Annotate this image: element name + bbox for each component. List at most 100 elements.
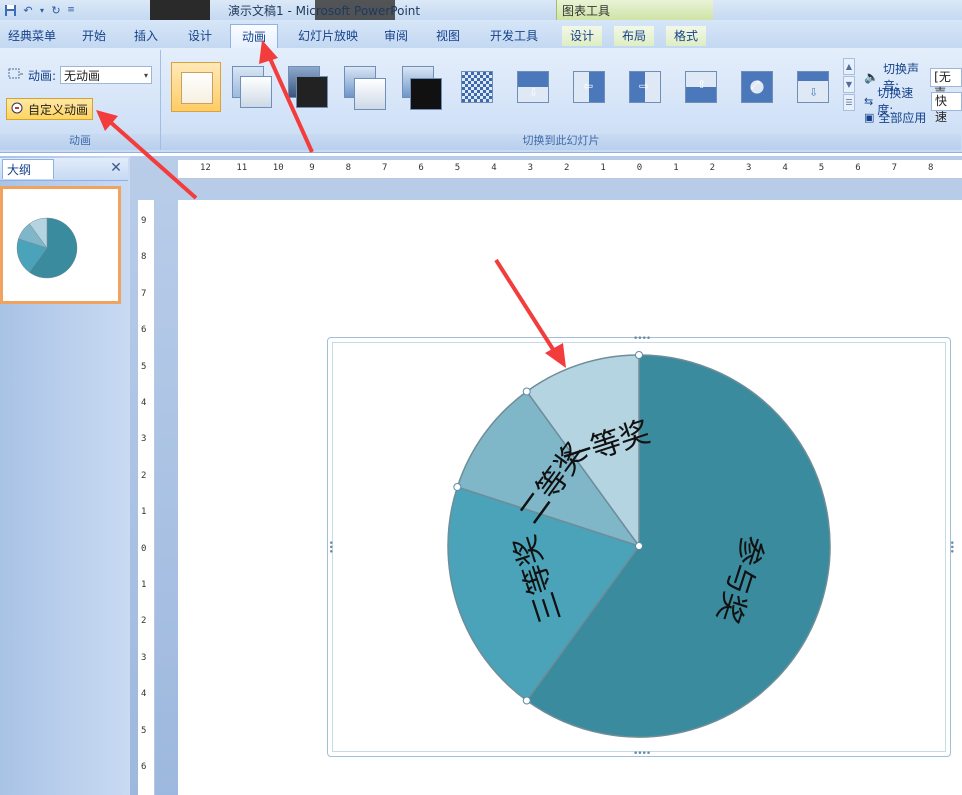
ruler-tick-label: 8	[345, 163, 352, 173]
customize-icon[interactable]: ≡	[66, 2, 76, 18]
gallery-up-icon[interactable]: ▲	[843, 58, 855, 75]
ruler-tick-label: 2	[141, 470, 147, 481]
tab-slideshow[interactable]: 幻灯片放映	[290, 26, 366, 46]
animation-label: 动画:	[28, 68, 57, 83]
transition-group: 切换到此幻灯片	[161, 50, 961, 150]
resize-handle-top[interactable]: ••••	[633, 334, 651, 344]
apply-all-icon: ▣	[864, 111, 875, 124]
animation-row: 动画: 无动画 ▾	[8, 66, 153, 84]
animation-select[interactable]: 无动画 ▾	[60, 66, 153, 84]
title-bar	[0, 0, 962, 20]
apply-all-label: 全部应用	[878, 111, 927, 125]
ruler-tick-label: 3	[141, 434, 147, 445]
redo-icon[interactable]: ↻	[48, 2, 64, 18]
custom-animation-button[interactable]: 自定义动画	[6, 98, 94, 120]
apply-all-button[interactable]: ▣ 全部应用	[864, 109, 926, 126]
ruler-tick-label: 12	[200, 163, 211, 173]
ruler-tick-label: 4	[141, 398, 147, 408]
ruler-tick-label: 1	[600, 163, 606, 173]
tab-review[interactable]: 审阅	[378, 26, 414, 46]
gallery-scroll: ▲ ▼ ☰	[843, 58, 855, 114]
ruler-tick-label: 5	[454, 163, 461, 173]
ruler-tick-label: 2	[564, 163, 570, 173]
transition-wipe-up[interactable]: ⇧	[676, 62, 726, 112]
selection-handle[interactable]	[522, 696, 531, 705]
speaker-icon: 🔈	[864, 70, 879, 84]
transition-fade-black[interactable]	[284, 62, 334, 112]
tab-view[interactable]: 视图	[430, 26, 466, 46]
arrow-right-icon: ⇨	[639, 79, 650, 93]
tab-insert[interactable]: 插入	[128, 26, 164, 46]
transition-dissolve[interactable]	[452, 62, 502, 112]
ruler-tick-label: 6	[855, 163, 861, 173]
ruler-tick-label: 3	[746, 163, 752, 173]
redacted-area	[150, 0, 210, 20]
transition-wipe-right[interactable]: ⇨	[620, 62, 670, 112]
selection-handle[interactable]	[635, 542, 643, 550]
ruler-tick-label: 1	[141, 580, 147, 590]
ruler-tick-label: 0	[141, 543, 147, 554]
tab-animation[interactable]: 动画	[230, 24, 278, 50]
close-icon[interactable]: ✕	[108, 160, 124, 178]
ruler-tick-label: 7	[382, 163, 388, 173]
custom-animation-icon	[11, 101, 25, 118]
ruler-tick-label: 3	[141, 652, 147, 663]
animation-value: 无动画	[64, 68, 101, 83]
slide-thumbnail[interactable]	[0, 186, 121, 304]
ruler-tick-label: 1	[141, 507, 147, 518]
chart-tools-label: 图表工具	[562, 4, 611, 18]
undo-icon[interactable]: ↶	[20, 2, 36, 18]
expand-icon: ⤢	[750, 78, 760, 92]
arrow-up-icon: ⇧	[697, 78, 707, 91]
custom-animation-label: 自定义动画	[28, 102, 89, 117]
ruler-tick-label: 9	[141, 216, 147, 226]
transition-none[interactable]	[171, 62, 221, 112]
ruler-tick-label: 2	[709, 163, 716, 173]
ruler-tick-label: 7	[141, 288, 147, 299]
ruler-tick-label: 4	[141, 689, 147, 700]
ruler-tick-label: 0	[636, 163, 643, 173]
selection-handle[interactable]	[522, 387, 531, 396]
animation-icon	[8, 67, 24, 84]
resize-handle-right[interactable]: •••	[946, 540, 956, 553]
transition-group-label: 切换到此幻灯片	[522, 134, 600, 147]
tab-chart-layout[interactable]: 布局	[614, 26, 654, 46]
tab-design[interactable]: 设计	[182, 26, 218, 46]
selection-handle[interactable]	[453, 482, 462, 491]
transition-cut-black[interactable]	[396, 62, 446, 112]
ruler-tick-label: 7	[891, 163, 898, 173]
transition-wipe-left[interactable]: ⇦	[564, 62, 614, 112]
ruler-tick-label: 9	[309, 163, 315, 173]
thumbnail-pie	[16, 217, 78, 279]
tab-classic-menu[interactable]: 经典菜单	[4, 26, 60, 46]
tab-home[interactable]: 开始	[76, 26, 112, 46]
transition-wipe-down[interactable]: ⇩	[508, 62, 558, 112]
save-icon[interactable]	[2, 2, 18, 18]
resize-handle-bottom[interactable]: ••••	[633, 749, 651, 759]
transition-speed-select[interactable]: 快速	[931, 91, 962, 124]
ruler-tick-label: 8	[141, 252, 147, 263]
transition-fade-smooth[interactable]	[228, 62, 278, 112]
tab-chart-format[interactable]: 格式	[666, 26, 706, 46]
ruler-tick-label: 10	[272, 163, 284, 173]
dropdown-icon[interactable]: ▾	[38, 2, 46, 18]
vertical-ruler[interactable]: 9 8 7 6 5 4 3 2 1 0 1 2 3 4 5 6	[138, 200, 155, 795]
tab-chart-design[interactable]: 设计	[562, 26, 602, 46]
ruler-tick-label: 5	[141, 725, 147, 736]
selection-handle[interactable]	[635, 351, 643, 359]
transition-push-down[interactable]: ⇩	[788, 62, 838, 112]
arrow-left-icon: ⇦	[583, 79, 594, 93]
resize-handle-left[interactable]: •••	[325, 540, 335, 553]
animation-group-label: 动画	[69, 134, 91, 147]
gallery-more-icon[interactable]: ☰	[843, 94, 855, 111]
arrow-down-icon: ⇩	[809, 86, 819, 99]
transition-box-in[interactable]: ⤢	[732, 62, 782, 112]
transition-cut[interactable]	[340, 62, 390, 112]
gallery-down-icon[interactable]: ▼	[843, 76, 855, 93]
ruler-tick-label: 4	[491, 163, 497, 173]
ruler-tick-label: 6	[141, 325, 147, 336]
outline-tab[interactable]: 大纲	[2, 159, 54, 179]
tab-developer[interactable]: 开发工具	[484, 26, 544, 46]
horizontal-ruler[interactable]: 12 11 10 9 8 7 6 5 4 3 2 1 0 1 2 3 4 5 6 7 8	[178, 160, 962, 179]
ruler-tick-label: 11	[236, 163, 248, 173]
